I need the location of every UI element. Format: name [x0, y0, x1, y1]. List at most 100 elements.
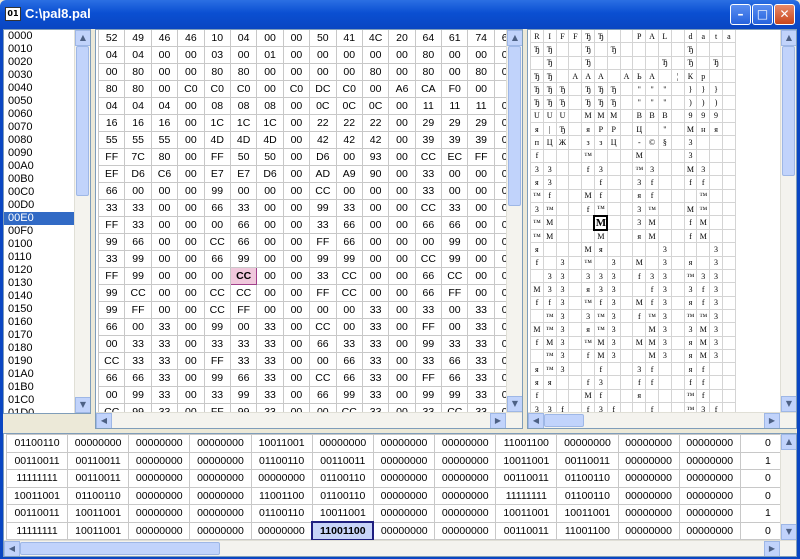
binary-cell[interactable]: 00000000 — [189, 434, 252, 453]
char-cell[interactable] — [568, 255, 583, 271]
hex-hscrollbar[interactable]: ◀ ▶ — [96, 412, 522, 428]
char-cell[interactable] — [645, 388, 659, 404]
char-cell[interactable] — [645, 122, 659, 137]
scroll-down-button[interactable]: ▼ — [507, 396, 522, 412]
char-cell[interactable]: P — [606, 122, 621, 137]
char-cell[interactable] — [670, 82, 685, 97]
char-cell[interactable]: f — [683, 375, 698, 390]
hex-vscrollbar[interactable]: ▲ ▼ — [506, 30, 522, 412]
hex-cell[interactable]: 33 — [124, 216, 152, 234]
char-cell[interactable]: я — [593, 242, 608, 257]
hex-cell[interactable]: 33 — [414, 165, 443, 183]
hex-cell[interactable]: 04 — [97, 97, 126, 115]
scroll-thumb[interactable] — [20, 542, 220, 555]
hex-cell[interactable]: 00 — [335, 318, 363, 336]
hex-cell[interactable]: 00 — [361, 80, 390, 98]
binary-cell[interactable]: 00110011 — [5, 504, 69, 523]
char-cell[interactable] — [657, 362, 672, 377]
char-cell[interactable] — [721, 242, 736, 257]
binary-cell[interactable]: 00000000 — [128, 434, 191, 453]
binary-cell[interactable]: 00000000 — [189, 469, 252, 488]
char-cell[interactable] — [721, 269, 736, 284]
char-cell[interactable]: f — [645, 362, 659, 377]
hex-cell[interactable]: C6 — [150, 165, 179, 183]
binary-cell[interactable]: 01100110 — [556, 469, 619, 488]
char-cell[interactable]: 3 — [657, 242, 672, 257]
hex-cell[interactable]: FF — [203, 352, 231, 370]
char-cell[interactable]: M — [581, 108, 595, 124]
char-cell[interactable] — [606, 175, 621, 190]
char-cell[interactable]: М — [683, 201, 698, 217]
hex-cell[interactable]: C0 — [229, 80, 258, 98]
char-cell[interactable]: f — [542, 188, 557, 203]
char-cell[interactable] — [670, 255, 685, 271]
hex-cell[interactable]: 00 — [150, 182, 179, 200]
char-cell[interactable]: f — [645, 295, 659, 310]
hex-cell[interactable]: 99 — [97, 233, 126, 251]
binary-cell[interactable]: 00110011 — [495, 469, 558, 488]
binary-cell[interactable]: 00000000 — [617, 469, 680, 488]
hex-cell[interactable]: 00 — [467, 267, 495, 285]
binary-cell[interactable]: 00000000 — [678, 504, 741, 523]
char-cell[interactable] — [619, 282, 634, 297]
char-cell[interactable] — [568, 362, 583, 377]
char-cell[interactable] — [568, 161, 583, 177]
hex-cell[interactable]: D6 — [309, 148, 337, 166]
hex-cell[interactable]: 99 — [335, 250, 363, 268]
hex-cell[interactable]: 00 — [177, 199, 205, 217]
char-cell[interactable]: ™ — [696, 188, 711, 203]
char-cell[interactable]: я — [632, 388, 647, 404]
char-cell[interactable]: Ж — [555, 135, 570, 150]
hex-cell[interactable]: 55 — [150, 131, 179, 149]
hex-cell[interactable]: EC — [441, 148, 469, 166]
hex-cell[interactable]: 33 — [256, 335, 284, 353]
char-cell[interactable] — [709, 148, 723, 163]
hex-cell[interactable]: CC — [229, 267, 258, 285]
char-cell[interactable]: Ц — [632, 122, 647, 137]
hex-cell[interactable]: 00 — [282, 318, 311, 336]
char-cell[interactable]: 3 — [555, 335, 570, 350]
hex-cell[interactable]: 00 — [441, 182, 469, 200]
hex-cell[interactable]: 11 — [441, 97, 469, 115]
hex-cell[interactable]: 50 — [256, 148, 284, 166]
char-cell[interactable]: 3 — [530, 161, 544, 177]
char-cell[interactable]: L — [657, 30, 672, 44]
char-cell[interactable]: f — [696, 282, 711, 297]
hex-cell[interactable]: 00 — [256, 182, 284, 200]
hex-cell[interactable]: 4D — [229, 131, 258, 149]
char-cell[interactable]: ) — [683, 95, 698, 110]
char-vscrollbar[interactable]: ▲ ▼ — [780, 30, 796, 412]
hex-cell[interactable]: 00 — [256, 267, 284, 285]
char-cell[interactable]: t — [709, 30, 723, 44]
hex-cell[interactable]: FF — [124, 301, 152, 319]
char-cell[interactable]: А — [581, 68, 595, 84]
char-cell[interactable] — [721, 215, 736, 231]
char-cell[interactable] — [657, 42, 672, 57]
char-cell[interactable] — [709, 201, 723, 217]
char-cell[interactable]: з — [581, 135, 595, 150]
char-cell[interactable]: I — [542, 30, 557, 44]
hex-cell[interactable]: 00 — [177, 97, 205, 115]
binary-cell[interactable]: 00000000 — [678, 434, 741, 453]
char-cell[interactable] — [619, 388, 634, 404]
char-cell[interactable]: f — [581, 161, 595, 177]
char-cell[interactable] — [721, 122, 736, 137]
binary-cell[interactable]: 01100110 — [311, 486, 374, 505]
char-cell[interactable] — [619, 30, 634, 44]
char-cell[interactable] — [568, 322, 583, 337]
binary-cell[interactable]: 11001100 — [556, 521, 619, 540]
char-cell[interactable] — [619, 95, 634, 110]
char-cell[interactable] — [670, 269, 685, 284]
char-cell[interactable]: ™ — [530, 215, 544, 231]
char-cell[interactable] — [568, 388, 583, 404]
char-cell[interactable]: 3 — [709, 255, 723, 271]
char-cell[interactable]: М — [542, 335, 557, 350]
hex-cell[interactable]: 00 — [309, 46, 337, 64]
char-cell[interactable]: Ђ — [606, 95, 621, 110]
char-cell[interactable]: f — [593, 295, 608, 310]
char-cell[interactable] — [696, 42, 711, 57]
char-cell[interactable]: ) — [696, 95, 711, 110]
char-cell[interactable] — [530, 269, 544, 284]
hex-cell[interactable]: 90 — [361, 165, 390, 183]
binary-cell[interactable]: 00000000 — [678, 469, 741, 488]
